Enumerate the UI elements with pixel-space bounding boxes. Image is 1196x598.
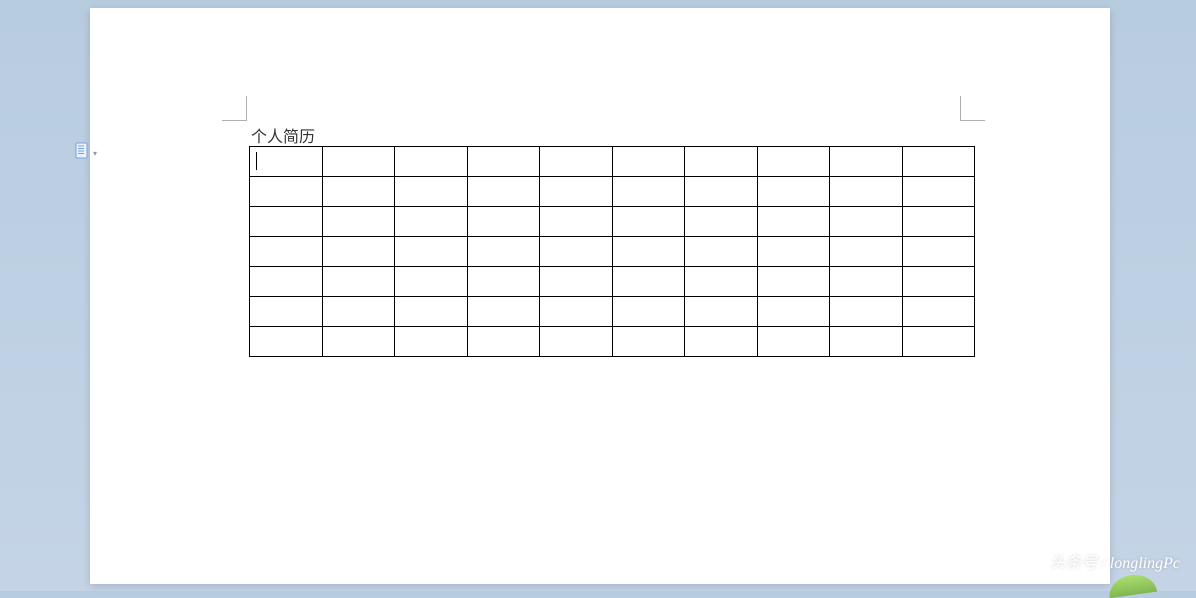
table-cell[interactable] [902, 297, 975, 327]
table-cell[interactable] [467, 177, 540, 207]
table-cell[interactable] [540, 237, 613, 267]
table-cell[interactable] [902, 207, 975, 237]
table-cell[interactable] [902, 237, 975, 267]
document-title[interactable]: 个人简历 [251, 123, 315, 147]
table-cell[interactable] [830, 147, 903, 177]
table-cell[interactable] [612, 147, 685, 177]
table-cell[interactable] [685, 177, 758, 207]
table-cell[interactable] [467, 237, 540, 267]
table-cell[interactable] [757, 147, 830, 177]
table-cell[interactable] [685, 267, 758, 297]
table-cell[interactable] [395, 177, 468, 207]
table-cell[interactable] [612, 297, 685, 327]
table-cell[interactable] [467, 267, 540, 297]
table-row [250, 237, 975, 267]
table-cell[interactable] [322, 267, 395, 297]
table-cell[interactable] [830, 207, 903, 237]
table-cell[interactable] [685, 297, 758, 327]
table-cell[interactable] [830, 297, 903, 327]
dropdown-arrow-icon: ▾ [93, 149, 97, 158]
margin-corner-top-right [960, 96, 985, 121]
resume-table[interactable] [249, 146, 975, 357]
table-cell[interactable] [395, 267, 468, 297]
table-cell[interactable] [540, 327, 613, 357]
table-cell[interactable] [395, 207, 468, 237]
table-cell[interactable] [902, 177, 975, 207]
table-cell[interactable] [757, 297, 830, 327]
table-cell[interactable] [685, 207, 758, 237]
table-cell[interactable] [612, 327, 685, 357]
new-document-button[interactable]: ▾ [75, 142, 97, 165]
table-cell[interactable] [395, 327, 468, 357]
table-cell[interactable] [395, 147, 468, 177]
table-cell[interactable] [685, 147, 758, 177]
table-cell[interactable] [685, 237, 758, 267]
table-cell[interactable] [902, 267, 975, 297]
table-cell[interactable] [250, 237, 323, 267]
table-cell[interactable] [467, 297, 540, 327]
table-cell[interactable] [540, 177, 613, 207]
table-row [250, 147, 975, 177]
table-cell[interactable] [902, 327, 975, 357]
table-cell[interactable] [757, 207, 830, 237]
table-cell[interactable] [322, 207, 395, 237]
table-cell[interactable] [250, 267, 323, 297]
table-cell[interactable] [467, 147, 540, 177]
table-cell[interactable] [757, 237, 830, 267]
margin-corner-top-left [222, 96, 247, 121]
table-cell[interactable] [250, 327, 323, 357]
table-cell[interactable] [540, 267, 613, 297]
table-row [250, 327, 975, 357]
table-cell[interactable] [250, 177, 323, 207]
table-cell[interactable] [395, 297, 468, 327]
resume-table-wrapper [249, 146, 975, 357]
table-cell[interactable] [467, 207, 540, 237]
table-cell[interactable] [322, 177, 395, 207]
table-row [250, 267, 975, 297]
table-cell[interactable] [830, 327, 903, 357]
table-cell[interactable] [322, 237, 395, 267]
table-cell[interactable] [612, 237, 685, 267]
table-cell[interactable] [757, 267, 830, 297]
table-cell[interactable] [540, 147, 613, 177]
table-cell[interactable] [250, 147, 323, 177]
table-cell[interactable] [685, 327, 758, 357]
table-cell[interactable] [902, 147, 975, 177]
table-cell[interactable] [322, 297, 395, 327]
table-cell[interactable] [757, 327, 830, 357]
table-cell[interactable] [540, 207, 613, 237]
text-cursor [256, 152, 257, 170]
watermark-badge [1107, 572, 1157, 598]
table-row [250, 177, 975, 207]
table-cell[interactable] [395, 237, 468, 267]
table-cell[interactable] [830, 177, 903, 207]
new-document-icon [75, 142, 91, 165]
table-cell[interactable] [612, 207, 685, 237]
table-cell[interactable] [250, 207, 323, 237]
table-cell[interactable] [467, 327, 540, 357]
table-cell[interactable] [322, 147, 395, 177]
table-cell[interactable] [757, 177, 830, 207]
table-cell[interactable] [322, 327, 395, 357]
document-page[interactable]: 个人简历 [90, 8, 1110, 584]
table-cell[interactable] [612, 267, 685, 297]
table-cell[interactable] [830, 237, 903, 267]
table-cell[interactable] [540, 297, 613, 327]
table-cell[interactable] [612, 177, 685, 207]
table-row [250, 207, 975, 237]
table-row [250, 297, 975, 327]
table-cell[interactable] [830, 267, 903, 297]
table-cell[interactable] [250, 297, 323, 327]
watermark-text: 头条号 / longlingPc [1049, 549, 1180, 573]
